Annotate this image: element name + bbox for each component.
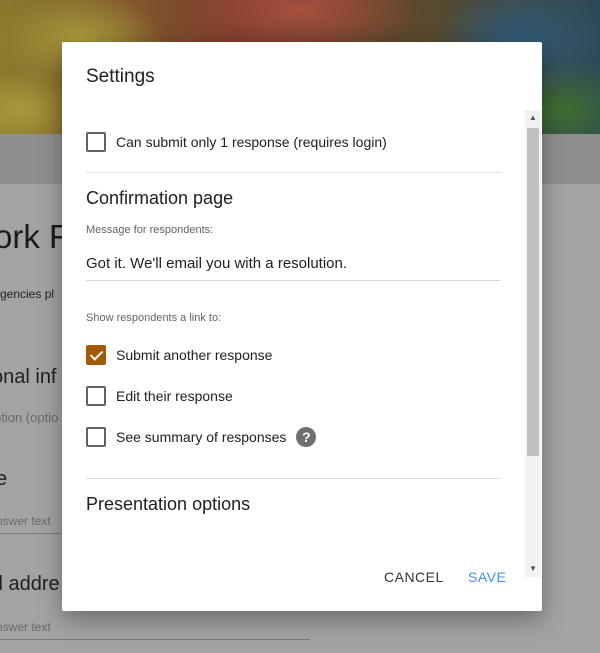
submit-once-option[interactable]: Can submit only 1 response (requires log… [86, 132, 387, 152]
cancel-button[interactable]: CANCEL [384, 569, 444, 585]
scrollbar-thumb[interactable] [527, 128, 539, 456]
divider [86, 172, 501, 173]
page: ork R rgencies pl onal inf ption (optio … [0, 0, 600, 653]
divider [86, 478, 501, 479]
presentation-options-heading: Presentation options [86, 494, 251, 514]
form-section-description: ption (optio [0, 410, 59, 425]
submit-another-label: Submit another response [116, 347, 273, 363]
see-summary-option[interactable]: See summary of responses ? [86, 427, 317, 447]
submit-another-option[interactable]: Submit another response [86, 345, 272, 365]
form-answer-2-placeholder: nswer text [0, 620, 51, 634]
edit-response-label: Edit their response [116, 388, 233, 404]
message-label: Message for respondents: [86, 224, 214, 236]
submit-another-checkbox[interactable] [86, 345, 106, 365]
see-summary-checkbox[interactable] [86, 427, 106, 447]
dialog-title: Settings [86, 66, 155, 87]
edit-response-checkbox[interactable] [86, 386, 106, 406]
see-summary-label: See summary of responses [116, 429, 287, 445]
edit-response-option[interactable]: Edit their response [86, 386, 233, 406]
form-question-1: e [0, 468, 8, 490]
show-link-label: Show respondents a link to: [86, 312, 222, 324]
submit-once-checkbox[interactable] [86, 132, 106, 152]
scrollbar[interactable]: ▲ ▼ [525, 110, 541, 577]
form-answer-2-underline [0, 639, 310, 640]
form-section-title: onal inf [0, 366, 57, 388]
form-question-2: il addre [0, 573, 60, 595]
confirmation-page-heading: Confirmation page [86, 188, 234, 208]
submit-once-label: Can submit only 1 response (requires log… [116, 134, 387, 150]
form-answer-1-placeholder: nswer text [0, 514, 51, 528]
form-description: rgencies pl [0, 287, 55, 301]
scroll-down-arrow-icon[interactable]: ▼ [525, 561, 541, 577]
settings-dialog: Settings Can submit only 1 response (req… [62, 42, 542, 611]
confirmation-message-input[interactable]: Got it. We'll email you with a resolutio… [86, 252, 501, 281]
settings-scroll-area[interactable]: Can submit only 1 response (requires log… [62, 110, 526, 577]
help-icon[interactable]: ? [296, 427, 317, 447]
scroll-up-arrow-icon[interactable]: ▲ [525, 110, 541, 126]
save-button[interactable]: SAVE [468, 569, 506, 585]
